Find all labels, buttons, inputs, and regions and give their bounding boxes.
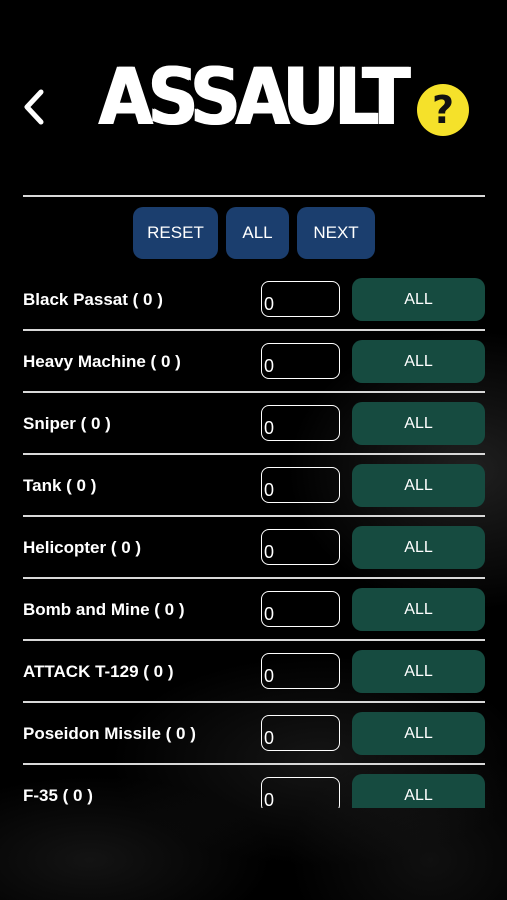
quantity-input[interactable] — [261, 405, 340, 441]
item-label: ATTACK T-129 ( 0 ) — [23, 662, 174, 681]
quantity-input[interactable] — [261, 343, 340, 379]
item-all-button[interactable]: ALL — [352, 464, 485, 507]
item-all-button[interactable]: ALL — [352, 712, 485, 755]
list-item: Heavy Machine ( 0 ) ALL — [0, 330, 507, 393]
quantity-input[interactable] — [261, 653, 340, 689]
item-all-button[interactable]: ALL — [352, 526, 485, 569]
reset-button[interactable]: RESET — [133, 207, 218, 259]
item-label: F-35 ( 0 ) — [23, 786, 93, 805]
item-all-button[interactable]: ALL — [352, 278, 485, 321]
item-label: Heavy Machine ( 0 ) — [23, 352, 181, 371]
toolbar: RESET ALL NEXT — [0, 207, 507, 259]
item-label: Helicopter ( 0 ) — [23, 538, 142, 557]
list-item: Black Passat ( 0 ) ALL — [0, 268, 507, 331]
back-button[interactable] — [14, 84, 54, 130]
quantity-input[interactable] — [261, 591, 340, 627]
quantity-input[interactable] — [261, 467, 340, 503]
item-all-button[interactable]: ALL — [352, 650, 485, 693]
quantity-input[interactable] — [261, 777, 340, 808]
item-label: Bomb and Mine ( 0 ) — [23, 600, 185, 619]
page-title: ASSAULT — [97, 51, 410, 143]
quantity-input[interactable] — [261, 281, 340, 317]
list-item: F-35 ( 0 ) ALL — [0, 764, 507, 808]
next-button[interactable]: NEXT — [297, 207, 375, 259]
list-item: Helicopter ( 0 ) ALL — [0, 516, 507, 579]
list-item: ATTACK T-129 ( 0 ) ALL — [0, 640, 507, 703]
item-label: Tank ( 0 ) — [23, 476, 97, 495]
quantity-input[interactable] — [261, 529, 340, 565]
weapon-list[interactable]: Black Passat ( 0 ) ALL Heavy Machine ( 0… — [0, 268, 507, 808]
item-all-button[interactable]: ALL — [352, 588, 485, 631]
header-divider — [23, 195, 485, 197]
item-all-button[interactable]: ALL — [352, 402, 485, 445]
item-all-button[interactable]: ALL — [352, 340, 485, 383]
list-item: Bomb and Mine ( 0 ) ALL — [0, 578, 507, 641]
chevron-left-icon — [24, 89, 44, 125]
item-label: Sniper ( 0 ) — [23, 414, 111, 433]
select-all-button[interactable]: ALL — [226, 207, 289, 259]
list-item: Tank ( 0 ) ALL — [0, 454, 507, 517]
help-button[interactable]: ? — [417, 84, 469, 136]
quantity-input[interactable] — [261, 715, 340, 751]
list-item: Poseidon Missile ( 0 ) ALL — [0, 702, 507, 765]
list-item: Sniper ( 0 ) ALL — [0, 392, 507, 455]
item-label: Black Passat ( 0 ) — [23, 290, 163, 309]
item-all-button[interactable]: ALL — [352, 774, 485, 808]
item-label: Poseidon Missile ( 0 ) — [23, 724, 196, 743]
